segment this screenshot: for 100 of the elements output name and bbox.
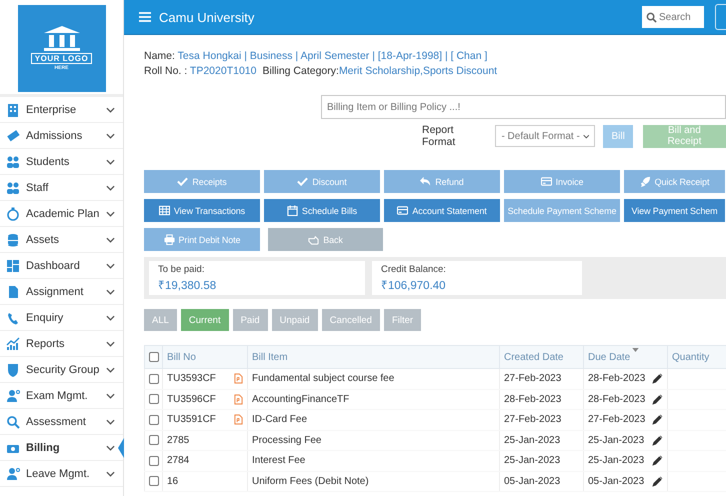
card-icon (540, 176, 552, 187)
chevron-down-icon (106, 132, 115, 138)
row-checkbox[interactable] (149, 394, 159, 404)
sidebar-item[interactable]: Academic Plan (0, 201, 123, 227)
sidebar-item[interactable]: Reports (0, 331, 123, 357)
billing-search-field[interactable]: Billing Item or Billing Policy ...! (321, 95, 726, 119)
action-button[interactable]: View Transactions (144, 199, 260, 222)
hand-icon (308, 234, 320, 245)
check-icon (297, 176, 308, 187)
table-cell: 27-Feb-2023 (588, 414, 646, 426)
sidebar-item[interactable]: Students (0, 149, 123, 175)
table-cell: 28-Feb-2023 (588, 373, 646, 384)
column-header[interactable]: Bill No (167, 352, 196, 362)
document-icon[interactable] (234, 394, 243, 405)
chevron-down-icon (106, 418, 115, 424)
pencil-icon[interactable] (652, 476, 663, 487)
header-button[interactable] (715, 4, 726, 30)
action-button[interactable]: Account Statement (384, 199, 500, 222)
action-button[interactable]: Schedule Payment Scheme (504, 199, 620, 222)
select-all-checkbox[interactable] (149, 352, 159, 362)
calendar-icon (286, 205, 298, 216)
sidebar-item[interactable]: Security Group (0, 357, 123, 383)
report-format-dropdown[interactable]: - Default Format - (495, 125, 596, 147)
table-cell: 25-Jan-2023 (504, 455, 560, 466)
action-button[interactable]: Refund (384, 170, 500, 193)
category-label: Billing Category: (262, 65, 339, 77)
report-format-label: Report Format (422, 124, 456, 148)
chevron-down-icon (106, 184, 115, 190)
row-checkbox[interactable] (149, 435, 159, 446)
app-title: Camu University (159, 10, 256, 24)
search-field[interactable]: Search (642, 6, 704, 28)
print-icon (164, 234, 175, 245)
action-button[interactable]: Print Debit Note (144, 228, 260, 251)
building-icon (6, 102, 20, 116)
document-icon (6, 284, 20, 298)
chevron-down-icon (106, 366, 115, 372)
table-cell: TU3593CF (167, 373, 216, 384)
table-cell: 25-Jan-2023 (588, 434, 644, 446)
sidebar-item[interactable]: Leave Mgmt. (0, 461, 123, 487)
logo-text: YOUR LOGO (30, 53, 92, 64)
table-cell: 16 (167, 476, 178, 487)
chevron-down-icon (106, 106, 115, 112)
table-icon (158, 205, 170, 216)
pencil-icon[interactable] (652, 455, 663, 466)
sidebar-item[interactable]: Assets (0, 227, 123, 253)
action-button[interactable]: Discount (264, 170, 380, 193)
database-icon (6, 232, 20, 246)
pencil-icon[interactable] (652, 434, 663, 446)
chevron-down-icon (106, 340, 115, 346)
document-icon[interactable] (234, 373, 243, 384)
chevron-down-icon (106, 236, 115, 242)
table-cell: 27-Feb-2023 (504, 373, 562, 384)
table-cell: Processing Fee (252, 434, 322, 446)
action-button[interactable]: Receipts (144, 170, 260, 193)
row-checkbox[interactable] (149, 476, 159, 486)
table-cell: Uniform Fees (Debit Note) (252, 476, 369, 487)
pencil-icon[interactable] (652, 373, 663, 384)
pencil-icon[interactable] (652, 414, 663, 426)
person-icon (6, 388, 20, 402)
sidebar-item[interactable]: Enquiry (0, 305, 123, 331)
chevron-down-icon (106, 210, 115, 216)
sidebar-item[interactable]: Assessment (0, 409, 123, 435)
sidebar-item[interactable]: Enterprise (0, 97, 123, 123)
dashboard-icon (6, 258, 20, 272)
name-label: Name: (144, 50, 175, 62)
people-icon (6, 180, 20, 194)
table-cell: 2785 (167, 434, 190, 446)
action-button[interactable]: View Payment Schem (624, 199, 725, 222)
filter-tab[interactable]: Current (180, 309, 229, 331)
chart-icon (6, 336, 20, 350)
row-checkbox[interactable] (149, 456, 159, 466)
document-icon[interactable] (234, 414, 243, 426)
column-header[interactable]: Bill Item (252, 352, 288, 362)
pencil-icon[interactable] (652, 394, 663, 405)
action-button[interactable]: Quick Receipt (624, 170, 725, 193)
sidebar-item[interactable]: Exam Mgmt. (0, 383, 123, 409)
summary-label: Credit Balance: (381, 264, 447, 275)
sidebar-item[interactable]: Billing (0, 435, 123, 461)
student-details[interactable]: Tesa Hongkai | Business | April Semester | [18-Apr-1998] | [ Chan ] (178, 50, 488, 62)
roll-label: Roll No. : (144, 65, 188, 77)
action-button[interactable]: Back (268, 228, 383, 251)
table-cell: TU3591CF (167, 414, 216, 426)
action-button[interactable]: Schedule Bills (264, 199, 380, 222)
sidebar-item[interactable]: Dashboard (0, 253, 123, 279)
sidebar-item[interactable]: Staff (0, 175, 123, 201)
action-button[interactable]: Invoice (504, 170, 620, 193)
chevron-down-icon (106, 470, 115, 476)
row-checkbox[interactable] (149, 374, 159, 384)
chevron-down-icon (582, 134, 590, 138)
chevron-down-icon (106, 158, 115, 164)
row-checkbox[interactable] (149, 414, 159, 425)
table-cell: 05-Jan-2023 (588, 476, 644, 487)
chevron-down-icon (106, 288, 115, 294)
sidebar-item[interactable]: Admissions (0, 123, 123, 149)
menu-icon[interactable] (139, 12, 151, 22)
table-cell: 05-Jan-2023 (504, 476, 560, 487)
sidebar-item[interactable]: Assignment (0, 279, 123, 305)
rocket-icon (640, 176, 651, 187)
table-cell: 28-Feb-2023 (588, 394, 646, 405)
chevron-down-icon (106, 444, 115, 450)
